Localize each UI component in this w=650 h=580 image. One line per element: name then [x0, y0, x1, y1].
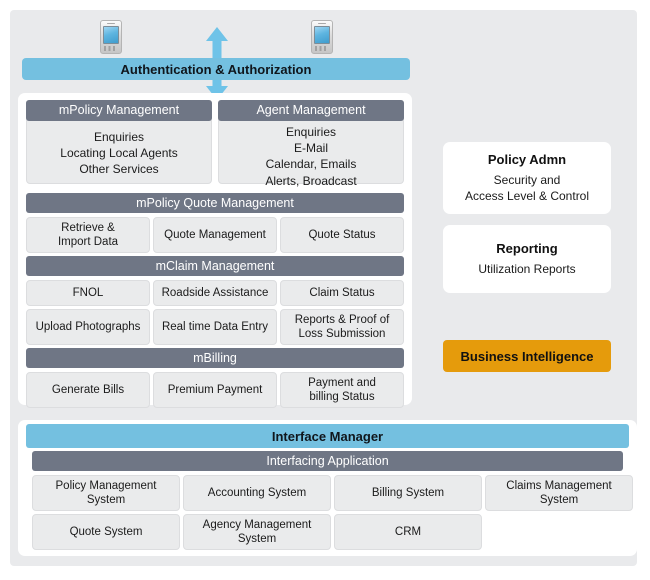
cell-claims-management-system[interactable]: Claims Management System	[485, 475, 633, 511]
module-mpolicy-management: mPolicy Management Enquiries Locating Lo…	[26, 100, 212, 184]
cell-retrieve-import-data[interactable]: Retrieve & Import Data	[26, 217, 150, 253]
cell-roadside-assistance[interactable]: Roadside Assistance	[153, 280, 277, 306]
module-body-line: Enquiries	[93, 130, 145, 144]
cell-premium-payment[interactable]: Premium Payment	[153, 372, 277, 408]
business-intelligence-box[interactable]: Business Intelligence	[443, 340, 611, 372]
interface-manager-label: Interface Manager	[271, 428, 384, 444]
card-reporting: Reporting Utilization Reports	[443, 225, 611, 293]
phone-keypad	[104, 46, 118, 51]
module-body-line: Alerts, Broadcast	[265, 173, 357, 188]
interface-manager-card: Interface Manager Interfacing Applicatio…	[18, 420, 637, 556]
interfacing-application-label: Interfacing Application	[266, 453, 389, 468]
cell-billing-system[interactable]: Billing System	[334, 475, 482, 511]
phone-speaker	[107, 22, 115, 24]
phone-keypad	[315, 46, 329, 51]
card-policy-admn: Policy Admn Security and Access Level & …	[443, 142, 611, 214]
section-title: mBilling	[193, 350, 237, 365]
authentication-authorization-label: Authentication & Authorization	[120, 61, 312, 77]
policy-admn-body-line: Access Level & Control	[464, 189, 590, 203]
section-mpolicy-quote-management-header: mPolicy Quote Management	[26, 193, 404, 213]
module-title: mPolicy Management	[58, 103, 180, 118]
reporting-body-line: Utilization Reports	[478, 261, 576, 276]
interface-manager-bar: Interface Manager	[26, 424, 629, 448]
cell-real-time-data-entry[interactable]: Real time Data Entry	[153, 309, 277, 345]
cell-policy-management-system[interactable]: Policy Management System	[32, 475, 180, 511]
cell-claim-status[interactable]: Claim Status	[280, 280, 404, 306]
cell-generate-bills[interactable]: Generate Bills	[26, 372, 150, 408]
cell-agency-management-system[interactable]: Agency Management System	[183, 514, 331, 550]
cell-reports-proof-of-loss-submission[interactable]: Reports & Proof of Loss Submission	[280, 309, 404, 345]
business-intelligence-label: Business Intelligence	[460, 348, 594, 364]
module-body-line: E-Mail	[293, 141, 328, 156]
cell-upload-photographs[interactable]: Upload Photographs	[26, 309, 150, 345]
diagram-canvas: Authentication & Authorization mPolicy M…	[0, 0, 650, 580]
cell-quote-status[interactable]: Quote Status	[280, 217, 404, 253]
cell-fnol[interactable]: FNOL	[26, 280, 150, 306]
section-title: mClaim Management	[155, 258, 275, 273]
reporting-title: Reporting	[496, 240, 558, 256]
module-body-line: Enquiries	[285, 125, 337, 139]
module-agent-management: Agent Management Enquiries E-Mail Calend…	[218, 100, 404, 188]
module-body-line: Other Services	[79, 162, 159, 177]
cell-accounting-system[interactable]: Accounting System	[183, 475, 331, 511]
section-mbilling-header: mBilling	[26, 348, 404, 368]
phone-screen	[103, 26, 119, 44]
module-mpolicy-management-body: Enquiries Locating Local Agents Other Se…	[27, 129, 211, 178]
cell-quote-management[interactable]: Quote Management	[153, 217, 277, 253]
module-mpolicy-management-header: mPolicy Management	[26, 100, 212, 121]
section-title: mPolicy Quote Management	[136, 195, 294, 210]
mobile-modules-card: mPolicy Management Enquiries Locating Lo…	[18, 93, 412, 408]
policy-admn-body: Security and Access Level & Control	[465, 172, 589, 204]
cell-quote-system[interactable]: Quote System	[32, 514, 180, 550]
cell-payment-and-billing-status[interactable]: Payment and billing Status	[280, 372, 404, 408]
policy-admn-title: Policy Admn	[487, 151, 567, 167]
mobile-phone-icon	[311, 20, 333, 54]
interfacing-application-header: Interfacing Application	[32, 451, 623, 471]
mobile-phone-icon	[100, 20, 122, 54]
policy-admn-body-line: Security and	[493, 172, 561, 187]
phone-screen	[314, 26, 330, 44]
cell-crm[interactable]: CRM	[334, 514, 482, 550]
phone-speaker	[318, 22, 326, 24]
module-body-line: Calendar, Emails	[265, 157, 357, 172]
cell-empty-slot	[485, 514, 633, 550]
module-agent-management-body: Enquiries E-Mail Calendar, Emails Alerts…	[219, 124, 403, 189]
module-title: Agent Management	[256, 103, 366, 118]
section-mclaim-management-header: mClaim Management	[26, 256, 404, 276]
module-body-line: Locating Local Agents	[60, 146, 178, 161]
module-agent-management-header: Agent Management	[218, 100, 404, 121]
authentication-authorization-bar: Authentication & Authorization	[22, 58, 410, 80]
reporting-body: Utilization Reports	[478, 261, 575, 277]
